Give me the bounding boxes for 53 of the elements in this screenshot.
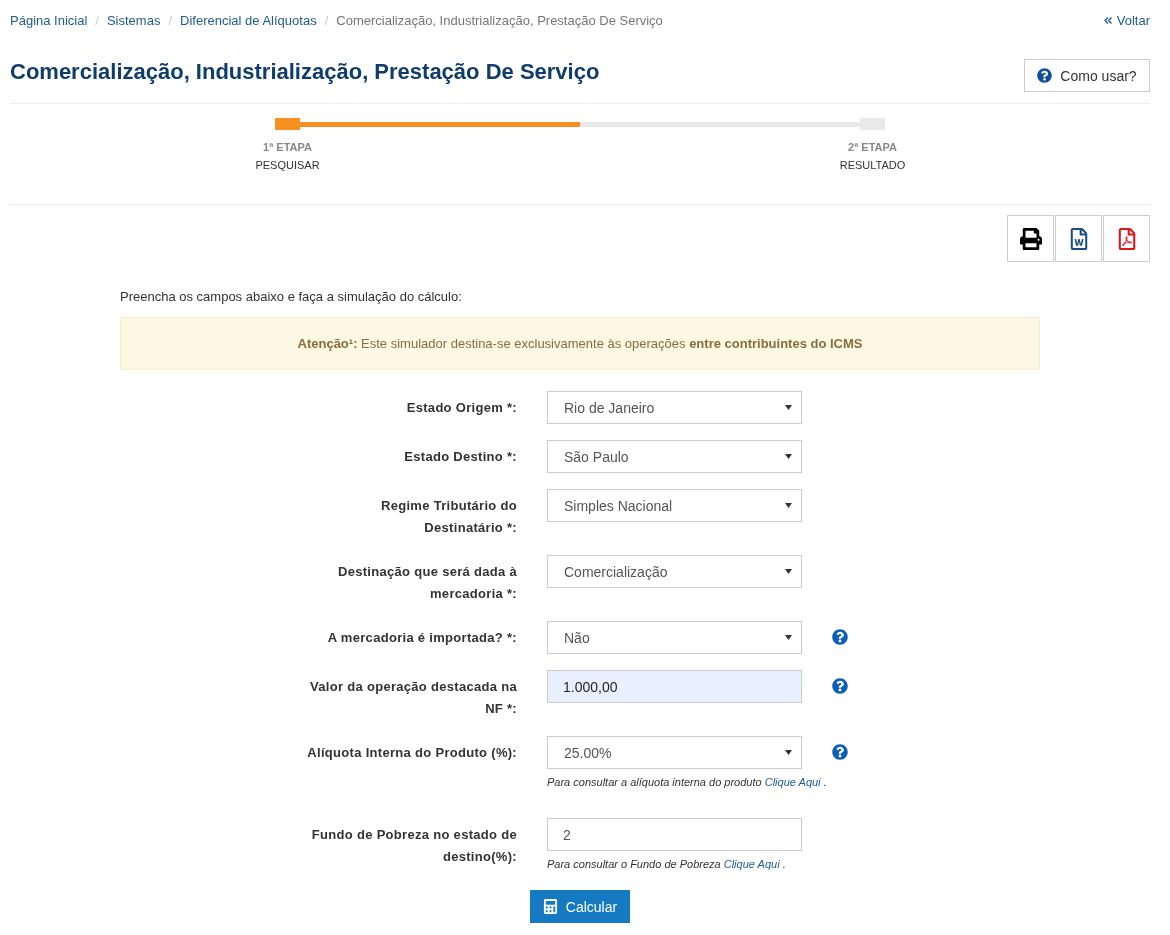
select-field[interactable]: Simples Nacional bbox=[547, 489, 802, 522]
field-label: Estado Destino *: bbox=[404, 448, 517, 466]
breadcrumb-link[interactable]: Sistemas bbox=[106, 12, 161, 29]
field-hint: Para consultar o Fundo de Pobreza Clique Aqui . bbox=[547, 857, 787, 871]
select-field[interactable]: Comercialização bbox=[547, 555, 802, 588]
input-field[interactable]: 2 bbox=[547, 818, 802, 851]
caret-icon bbox=[785, 569, 792, 574]
page-title: Comercialização, Industrialização, Prestação De Serviço bbox=[10, 59, 600, 85]
double-chevron-left-icon bbox=[1103, 17, 1112, 24]
calculate-button[interactable]: Calcular bbox=[530, 890, 630, 923]
hint-link[interactable]: Clique Aqui bbox=[723, 858, 780, 870]
alert-message: Atenção¹: Este simulador destina-se exclusivamente às operações entre contribuintes do ICMS bbox=[120, 317, 1040, 370]
field-label: Fundo de Pobreza no estado de destino(%): bbox=[310, 826, 517, 866]
input-field[interactable]: 1.000,00 bbox=[547, 670, 802, 703]
breadcrumb-link[interactable]: Página Inicial bbox=[10, 12, 88, 29]
intro-text: Preencha os campos abaixo e faça a simulação do cálculo: bbox=[120, 288, 463, 306]
caret-icon bbox=[785, 635, 792, 640]
help-icon[interactable] bbox=[832, 744, 848, 760]
caret-icon bbox=[785, 750, 792, 755]
pdf-export-button[interactable] bbox=[1103, 215, 1150, 262]
printer-icon bbox=[1019, 227, 1042, 250]
select-field[interactable]: 25.00% bbox=[547, 736, 802, 769]
caret-icon bbox=[785, 503, 792, 508]
select-field[interactable]: São Paulo bbox=[547, 440, 802, 473]
step-number: 1ª ETAPA bbox=[262, 140, 313, 155]
help-icon[interactable] bbox=[832, 678, 848, 694]
field-hint: Para consultar a alíquota interna do produto Clique Aqui . bbox=[547, 775, 828, 789]
breadcrumb-separator: / bbox=[323, 12, 330, 29]
help-button[interactable]: Como usar? bbox=[1024, 59, 1150, 92]
step-name: RESULTADO bbox=[838, 158, 907, 173]
field-label: Valor da operação destacada na NF *: bbox=[309, 678, 517, 718]
step-number: 2ª ETAPA bbox=[847, 140, 898, 155]
select-field[interactable]: Não bbox=[547, 621, 802, 654]
breadcrumb-separator: / bbox=[167, 12, 174, 29]
breadcrumb-separator: / bbox=[94, 12, 100, 29]
caret-icon bbox=[785, 454, 792, 459]
field-label: Alíquota Interna do Produto (%): bbox=[307, 744, 517, 762]
breadcrumb-link[interactable]: Diferencial de Alíquotas bbox=[180, 12, 317, 29]
breadcrumb-current: Comercialização, Industrialização, Prestação De Serviço bbox=[336, 12, 663, 29]
field-label: Estado Origem *: bbox=[406, 399, 517, 417]
field-label: Destinação que será dada à mercadoria *: bbox=[336, 563, 517, 603]
field-label: Regime Tributário do Destinatário *: bbox=[380, 497, 517, 537]
select-field[interactable]: Rio de Janeiro bbox=[547, 391, 802, 424]
word-export-button[interactable] bbox=[1055, 215, 1102, 262]
field-label: A mercadoria é importada? *: bbox=[327, 629, 517, 647]
back-link[interactable]: Voltar bbox=[1103, 12, 1150, 29]
caret-icon bbox=[785, 405, 792, 410]
print-button[interactable] bbox=[1007, 215, 1054, 262]
calculator-icon bbox=[542, 899, 558, 914]
help-icon[interactable] bbox=[832, 629, 848, 645]
step-name: PESQUISAR bbox=[254, 158, 321, 173]
help-icon bbox=[1037, 68, 1053, 83]
hint-link[interactable]: Clique Aqui bbox=[764, 776, 821, 788]
